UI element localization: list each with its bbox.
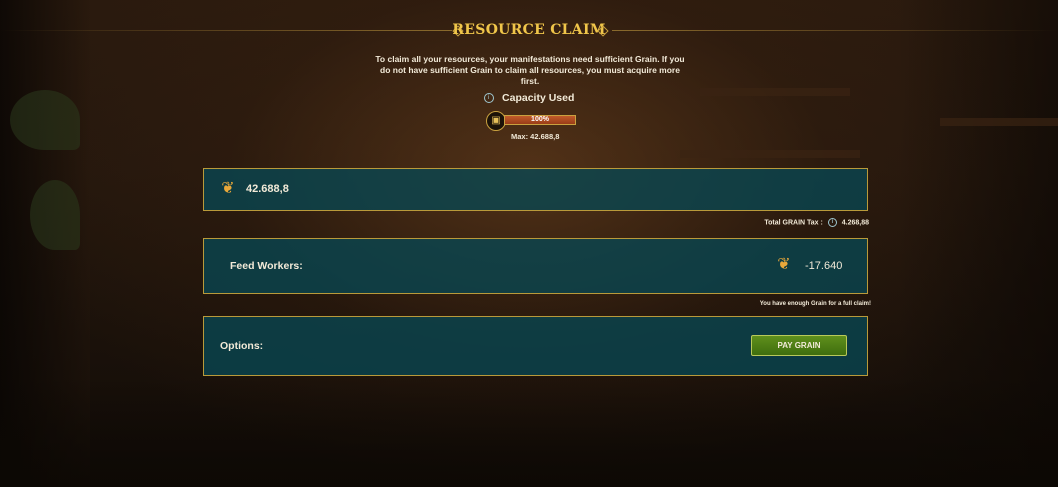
feed-workers-label: Feed Workers: (230, 260, 303, 272)
grain-icon: ❦ (777, 256, 791, 273)
grain-tax-label: Total GRAIN Tax : (764, 219, 823, 227)
grain-total-amount: 42.688,8 (246, 183, 289, 195)
feed-workers-amount: -17.640 (805, 260, 843, 272)
grain-tax-row: Total GRAIN Tax : i 4.268,88 (764, 218, 869, 227)
options-panel: Options: PAY GRAIN (203, 316, 868, 376)
grain-total-panel: ❦ 42.688,8 (203, 168, 868, 211)
capacity-used-row: i Capacity Used (0, 89, 1058, 107)
enough-grain-message: You have enough Grain for a full claim! (759, 301, 871, 307)
pay-grain-button[interactable]: PAY GRAIN (751, 335, 847, 356)
grain-icon: ❦ (221, 180, 235, 197)
capacity-percent: 100% (531, 116, 549, 123)
feed-workers-panel: Feed Workers: ❦ -17.640 (203, 238, 868, 294)
info-icon[interactable]: i (483, 92, 494, 103)
capacity-used-label: Capacity Used (502, 91, 575, 104)
grain-tax-value: 4.268,88 (841, 219, 869, 227)
capacity-progress-bar: 100% (504, 115, 576, 125)
chest-icon: ▣ (486, 111, 506, 131)
info-icon[interactable]: i (827, 218, 837, 227)
resource-claim-header: RESOURCE CLAIM (0, 18, 1058, 44)
claim-description: To claim all your resources, your manife… (375, 54, 685, 86)
capacity-max: Max: 42.688,8 (511, 132, 560, 141)
options-label: Options: (220, 340, 264, 352)
